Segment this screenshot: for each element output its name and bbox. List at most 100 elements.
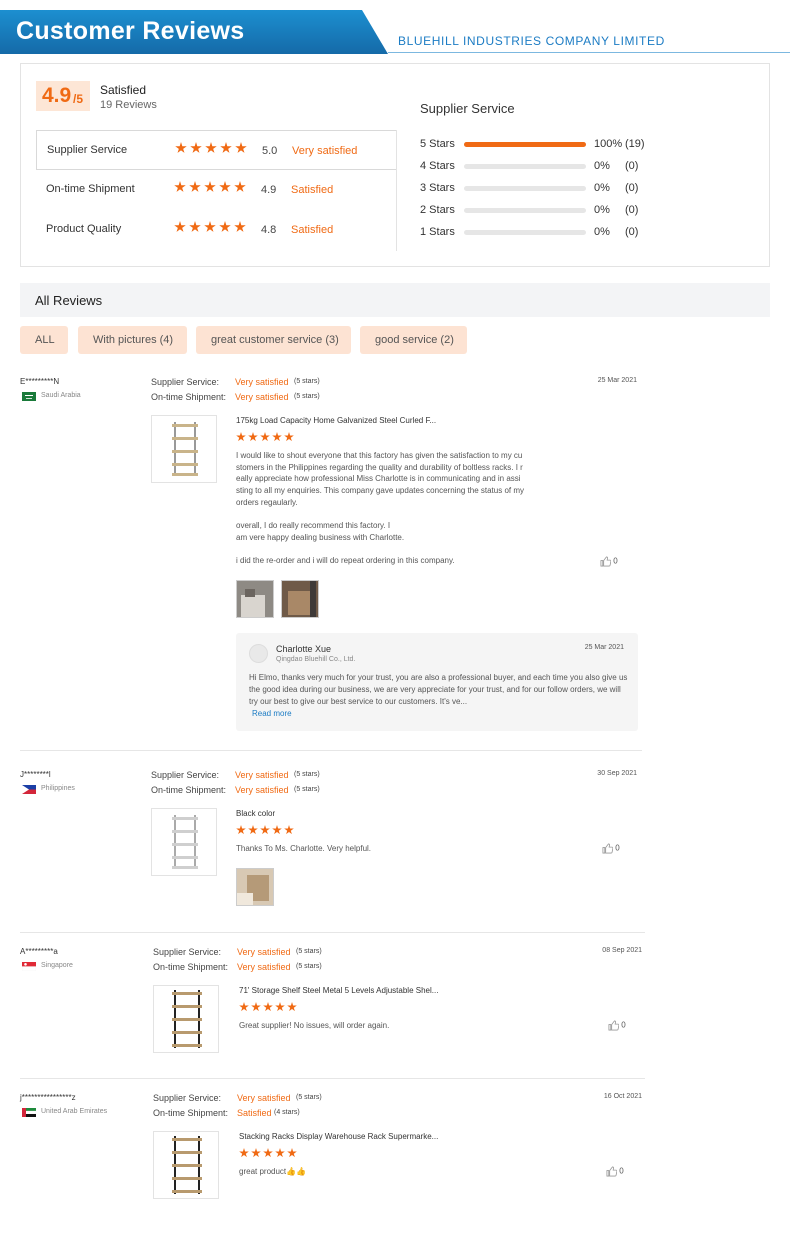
metric-value: 4.8	[261, 224, 277, 236]
metric-on-time-shipment[interactable]: On-time Shipment 4.9 Satisfied	[36, 170, 396, 210]
reply-author: Charlotte Xue	[276, 644, 332, 654]
review-divider	[20, 932, 645, 933]
reviewer-country: United Arab Emirates	[41, 1108, 108, 1115]
like-button[interactable]: 0	[600, 556, 618, 567]
summary-divider	[396, 130, 397, 251]
distribution-count: (0)	[625, 160, 639, 172]
metric-text: Satisfied	[291, 224, 334, 236]
star-icon	[189, 221, 201, 232]
distribution-percent: 100%	[594, 138, 623, 150]
like-count: 0	[613, 556, 618, 566]
review-count: 19 Reviews	[100, 99, 157, 111]
shipment-rating-stars: (5 stars)	[296, 963, 322, 970]
shipment-rating-stars: (5 stars)	[294, 786, 320, 793]
distribution-fill	[464, 142, 586, 147]
thumbs-up-icon	[606, 1166, 618, 1177]
review-text-line: sting to all my enquiries. This company …	[236, 486, 525, 496]
thumbs-up-icon	[600, 556, 612, 567]
like-count: 0	[615, 843, 620, 853]
star-rating	[174, 181, 249, 193]
product-title[interactable]: 175kg Load Capacity Home Galvanized Stee…	[236, 416, 436, 425]
rating-summary: 4.9 /5 Satisfied 19 Reviews Supplier Ser…	[20, 63, 770, 267]
star-icon	[287, 1002, 297, 1012]
service-rating-label: Supplier Service:	[151, 770, 220, 780]
product-thumbnail[interactable]	[153, 1131, 219, 1199]
review-photo[interactable]	[236, 580, 274, 618]
star-rating	[174, 221, 249, 233]
service-rating-value: Very satisfied	[235, 377, 289, 387]
product-title[interactable]: 71' Storage Shelf Steel Metal 5 Levels A…	[239, 986, 438, 995]
review-text-gap	[236, 544, 566, 556]
overall-label: Satisfied	[100, 83, 147, 97]
like-button[interactable]: 0	[608, 1020, 626, 1031]
distribution-bar	[464, 142, 586, 147]
photo-image-icon	[282, 581, 318, 617]
star-icon	[263, 1148, 273, 1158]
filter-with-pictures[interactable]: With pictures (4)	[78, 326, 187, 354]
review-text: great product👍👍	[239, 1167, 307, 1176]
distribution-label: 3 Stars	[420, 182, 455, 194]
reviewer-name: J********l	[20, 770, 51, 779]
review-text: I would like to shout everyone that this…	[236, 450, 566, 567]
shipment-rating-label: On-time Shipment:	[153, 962, 229, 972]
shipment-rating-label: On-time Shipment:	[153, 1108, 229, 1118]
shipment-rating-value: Very satisfied	[235, 785, 289, 795]
review-divider	[20, 1078, 645, 1079]
product-title[interactable]: Black color	[236, 809, 275, 818]
saudi-arabia-flag-icon	[22, 392, 36, 401]
read-more-link[interactable]: Read more	[252, 709, 292, 718]
distribution-row: 3 Stars 0% (0)	[420, 180, 680, 196]
review-photo[interactable]	[281, 580, 319, 618]
uae-flag-icon	[22, 1108, 36, 1117]
star-icon	[260, 432, 270, 442]
review-text-line: am vere happy dealing business with Char…	[236, 532, 405, 542]
reviewer-country: Singapore	[41, 962, 73, 969]
filter-all[interactable]: ALL	[20, 326, 68, 354]
company-name: BLUEHILL INDUSTRIES COMPANY LIMITED	[398, 34, 665, 48]
banner-divider	[388, 52, 790, 53]
reviewer-name: A*********a	[20, 947, 58, 956]
review-item: j****************z United Arab Emirates …	[20, 1093, 645, 1213]
supplier-avatar	[249, 644, 268, 663]
star-icon	[204, 181, 216, 192]
product-thumbnail[interactable]	[151, 808, 217, 876]
supplier-reply: Charlotte Xue Qingdao Bluehill Co., Ltd.…	[236, 633, 638, 731]
shelf-image-icon	[172, 1136, 202, 1194]
star-icon	[239, 1148, 249, 1158]
service-rating-stars: (5 stars)	[294, 378, 320, 385]
product-thumbnail[interactable]	[151, 415, 217, 483]
like-button[interactable]: 0	[606, 1166, 624, 1177]
product-thumbnail[interactable]	[153, 985, 219, 1053]
star-icon	[251, 1002, 261, 1012]
distribution-count: (0)	[625, 204, 639, 216]
review-date: 16 Oct 2021	[603, 1093, 642, 1100]
service-rating-label: Supplier Service:	[153, 1093, 222, 1103]
distribution-percent: 0%	[594, 182, 610, 194]
star-icon	[189, 181, 201, 192]
banner-title: Customer Reviews	[16, 17, 245, 45]
service-rating-stars: (5 stars)	[296, 1094, 322, 1101]
review-text: Thanks To Ms. Charlotte. Very helpful.	[236, 844, 372, 853]
filter-great-customer-service[interactable]: great customer service (3)	[196, 326, 351, 354]
like-button[interactable]: 0	[602, 843, 620, 854]
review-photo[interactable]	[236, 868, 274, 906]
review-text-line: I would like to shout everyone that this…	[236, 451, 523, 460]
star-icon	[234, 221, 246, 232]
metric-text: Very satisfied	[292, 145, 358, 157]
distribution-label: 4 Stars	[420, 160, 455, 172]
star-icon	[220, 142, 232, 153]
service-rating-value: Very satisfied	[237, 1093, 291, 1103]
overall-score-denominator: /5	[73, 92, 84, 106]
distribution-percent: 0%	[594, 204, 610, 216]
metric-text: Satisfied	[291, 184, 334, 196]
distribution-row: 5 Stars 100% (19)	[420, 136, 680, 152]
distribution-bar	[464, 186, 586, 191]
star-icon	[275, 1002, 285, 1012]
service-rating-stars: (5 stars)	[294, 771, 320, 778]
metric-product-quality[interactable]: Product Quality 4.8 Satisfied	[36, 210, 396, 250]
filter-good-service[interactable]: good service (2)	[360, 326, 467, 354]
reviewer-country: Saudi Arabia	[41, 392, 81, 399]
all-reviews-title: All Reviews	[35, 293, 103, 308]
metric-supplier-service[interactable]: Supplier Service 5.0 Very satisfied	[36, 130, 396, 170]
product-title[interactable]: Stacking Racks Display Warehouse Rack Su…	[239, 1132, 438, 1141]
